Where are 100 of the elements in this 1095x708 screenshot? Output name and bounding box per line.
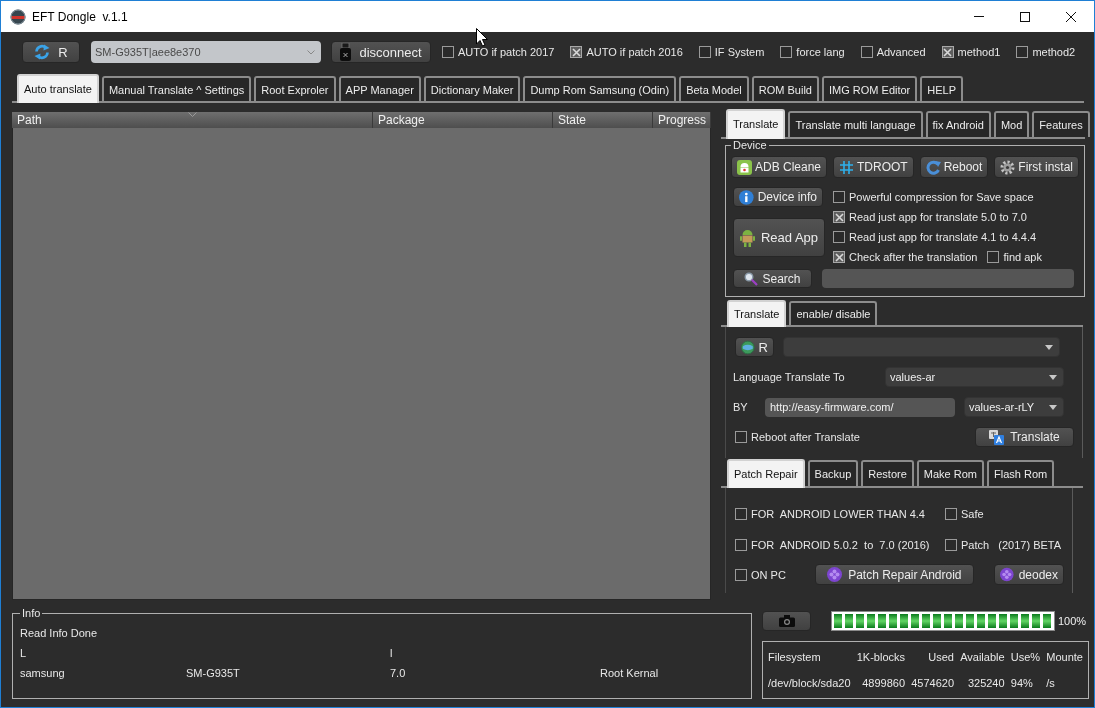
checkbox[interactable] bbox=[442, 46, 454, 58]
search-field[interactable] bbox=[822, 269, 1074, 288]
action-button[interactable]: Reboot bbox=[919, 156, 989, 178]
refresh-button[interactable]: R bbox=[735, 337, 774, 357]
checkbox[interactable] bbox=[945, 508, 957, 520]
column-header[interactable]: State bbox=[553, 112, 653, 128]
tab[interactable]: Backup bbox=[807, 460, 859, 486]
column-header[interactable]: Progress bbox=[653, 112, 711, 128]
disconnect-button[interactable]: disconnect bbox=[331, 41, 431, 63]
checkbox-label: AUTO if patch 2016 bbox=[586, 46, 683, 58]
checkbox[interactable] bbox=[698, 46, 711, 58]
filesystem-value: 94% bbox=[1010, 677, 1034, 689]
filesystem-value: 4574620 bbox=[911, 677, 954, 689]
tab[interactable]: Make Rom bbox=[916, 460, 984, 486]
checkbox[interactable] bbox=[735, 431, 747, 443]
refresh-icon bbox=[34, 44, 51, 60]
tab[interactable]: Translate multi language bbox=[788, 111, 923, 137]
caret-icon bbox=[1049, 374, 1057, 380]
url-field[interactable]: http://easy-firmware.com/ bbox=[765, 397, 955, 417]
tab[interactable]: Translate bbox=[726, 109, 786, 139]
checkbox[interactable] bbox=[833, 211, 845, 223]
filesystem-header: 1K-blocks bbox=[856, 651, 905, 663]
caret-icon bbox=[1049, 404, 1057, 410]
tab[interactable]: enable/ disable bbox=[789, 301, 878, 325]
checkbox-label: Patch (2017) BETA bbox=[961, 539, 1062, 551]
checkbox[interactable] bbox=[941, 46, 954, 58]
checkbox[interactable] bbox=[833, 251, 845, 263]
info-text: 7.0 bbox=[390, 667, 407, 679]
close-icon bbox=[1066, 11, 1076, 22]
device-select[interactable]: SM-G935T|aee8e370 bbox=[91, 41, 321, 63]
language-select[interactable]: values-ar bbox=[885, 367, 1064, 387]
flower-icon bbox=[827, 567, 843, 582]
checkbox[interactable] bbox=[987, 251, 1000, 263]
checkbox[interactable] bbox=[833, 191, 845, 203]
tab[interactable]: Dictionary Maker bbox=[423, 76, 521, 101]
filesystem-value: /dev/block/sda20 bbox=[768, 677, 851, 689]
checkbox-label: method1 bbox=[957, 46, 1001, 58]
tab[interactable]: ROM Build bbox=[751, 76, 819, 101]
tab[interactable]: IMG ROM Editor bbox=[822, 76, 918, 101]
tab[interactable]: Features bbox=[1032, 111, 1090, 137]
search-button[interactable]: Search bbox=[733, 269, 812, 288]
android-icon bbox=[737, 159, 752, 175]
action-button[interactable]: ADB Cleane bbox=[731, 156, 827, 178]
checkbox[interactable] bbox=[570, 46, 583, 58]
filesystem-value: /s bbox=[1046, 677, 1056, 689]
column-header[interactable]: Package bbox=[373, 112, 553, 128]
checkbox-label: Advanced bbox=[876, 46, 926, 58]
tab[interactable]: Translate bbox=[727, 300, 787, 327]
info-text: l bbox=[390, 647, 394, 659]
filesystem-header: Use% bbox=[1010, 651, 1041, 663]
checkbox[interactable] bbox=[860, 46, 873, 58]
read-app-button[interactable]: Read App bbox=[733, 218, 825, 257]
tab[interactable]: Manual Translate ^ Settings bbox=[101, 76, 252, 101]
tab[interactable]: Auto translate bbox=[17, 74, 99, 103]
patch-repair-button[interactable]: Patch Repair Android bbox=[814, 564, 974, 585]
checkbox[interactable] bbox=[780, 46, 793, 58]
screenshot-button[interactable] bbox=[762, 611, 811, 631]
flower-icon bbox=[1000, 567, 1014, 582]
column-header[interactable]: Path bbox=[12, 112, 373, 128]
checkbox-label: method2 bbox=[1032, 46, 1076, 58]
usb-drive-icon bbox=[340, 43, 352, 61]
app-logo-icon bbox=[10, 8, 26, 25]
action-button[interactable]: First instal bbox=[994, 156, 1079, 178]
group-title: Device bbox=[732, 139, 768, 151]
device-info-button[interactable]: Device info bbox=[733, 187, 823, 207]
checkbox[interactable] bbox=[945, 539, 957, 551]
tab[interactable]: Patch Repair bbox=[727, 459, 805, 488]
checkbox[interactable] bbox=[735, 508, 747, 520]
tab[interactable]: Root Exproler bbox=[254, 76, 336, 101]
tab[interactable]: HELP bbox=[920, 76, 964, 101]
region-select[interactable]: values-ar-rLY bbox=[964, 397, 1064, 417]
tab[interactable]: Dump Rom Samsung (Odin) bbox=[523, 76, 677, 101]
caret-icon bbox=[307, 49, 315, 55]
checkbox[interactable] bbox=[1016, 46, 1029, 58]
status-text: Read Info Done bbox=[20, 627, 98, 639]
deodex-button[interactable]: deodex bbox=[994, 564, 1064, 585]
checkbox-label: IF System bbox=[714, 46, 765, 58]
language-label: Language Translate To bbox=[733, 371, 846, 383]
refresh-button[interactable]: R bbox=[22, 41, 80, 63]
tab[interactable]: Beta Model bbox=[679, 76, 749, 101]
checkbox[interactable] bbox=[833, 231, 845, 243]
tab[interactable]: Restore bbox=[861, 460, 914, 486]
checkbox-label: force lang bbox=[796, 46, 845, 58]
filesystem-header: Filesystem bbox=[768, 651, 822, 663]
tab[interactable]: Mod bbox=[993, 111, 1030, 137]
translate-button[interactable]: Translate bbox=[975, 427, 1074, 447]
filesystem-header: Available bbox=[960, 651, 1005, 663]
tab[interactable]: APP Manager bbox=[338, 76, 421, 101]
checkbox[interactable] bbox=[735, 568, 747, 581]
checkbox-label: ON PC bbox=[751, 568, 786, 581]
tab[interactable]: fix Android bbox=[925, 111, 991, 137]
progress-text: 100% bbox=[1058, 615, 1087, 627]
checkbox-label: AUTO if patch 2017 bbox=[458, 46, 555, 58]
by-label: BY bbox=[733, 401, 749, 413]
maximize-icon bbox=[1020, 11, 1030, 22]
action-button[interactable]: TDROOT bbox=[833, 156, 914, 178]
checkbox-label: find apk bbox=[1003, 251, 1042, 263]
tab[interactable]: Flash Rom bbox=[987, 460, 1055, 486]
checkbox-label: Read just app for translate 4.1 to 4.4.4 bbox=[849, 231, 1037, 243]
checkbox[interactable] bbox=[735, 539, 747, 551]
